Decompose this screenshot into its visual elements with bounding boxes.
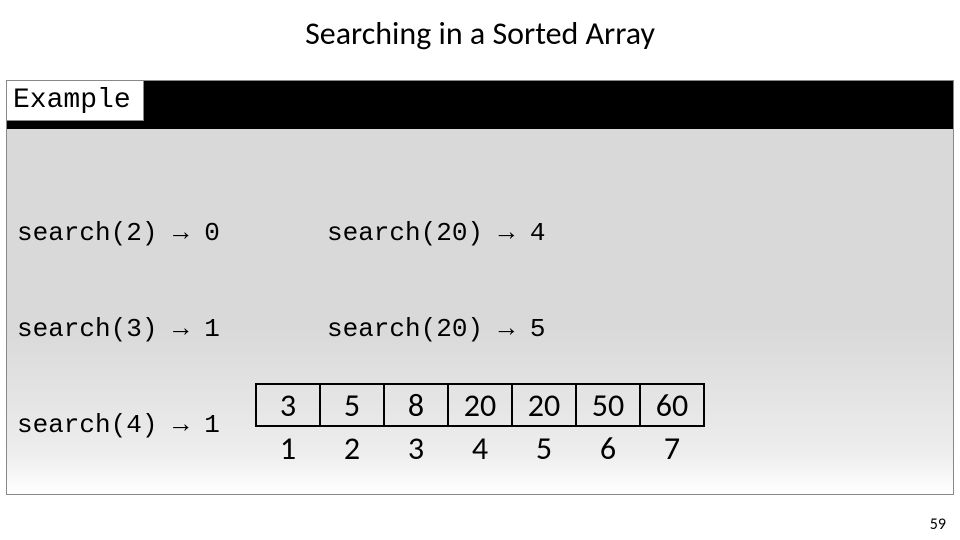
code-right-column: search(20) → 4 search(20) → 5 bbox=[327, 153, 545, 409]
array-values-row: 3 5 8 20 20 50 60 bbox=[255, 383, 705, 427]
slide-title: Searching in a Sorted Array bbox=[0, 0, 960, 53]
array-index: 1 bbox=[255, 427, 321, 468]
example-panel: Example search(2) → 0 search(3) → 1 sear… bbox=[6, 80, 954, 495]
array-indices-row: 1 2 3 4 5 6 7 bbox=[255, 427, 705, 468]
code-line: search(2) → 0 bbox=[17, 217, 220, 249]
array-index: 5 bbox=[511, 427, 577, 468]
slide: Searching in a Sorted Array Example sear… bbox=[0, 0, 960, 540]
array-diagram: 3 5 8 20 20 50 60 1 2 3 4 5 6 7 bbox=[255, 383, 705, 468]
array-cell: 20 bbox=[511, 383, 577, 427]
array-index: 6 bbox=[575, 427, 641, 468]
code-left-column: search(2) → 0 search(3) → 1 search(4) → … bbox=[17, 153, 220, 505]
array-index: 4 bbox=[447, 427, 513, 468]
array-cell: 60 bbox=[639, 383, 705, 427]
page-number: 59 bbox=[930, 515, 946, 534]
array-cell: 8 bbox=[383, 383, 449, 427]
array-index: 7 bbox=[639, 427, 705, 468]
code-line: search(4) → 1 bbox=[17, 409, 220, 441]
code-line: search(20) → 5 bbox=[327, 313, 545, 345]
banner-bar: Example bbox=[7, 81, 953, 129]
code-line: search(20) → 4 bbox=[327, 217, 545, 249]
array-cell: 5 bbox=[319, 383, 385, 427]
array-cell: 50 bbox=[575, 383, 641, 427]
array-cell: 20 bbox=[447, 383, 513, 427]
array-index: 3 bbox=[383, 427, 449, 468]
array-cell: 3 bbox=[255, 383, 321, 427]
code-line: search(3) → 1 bbox=[17, 313, 220, 345]
array-index: 2 bbox=[319, 427, 385, 468]
banner-label: Example bbox=[7, 81, 144, 121]
